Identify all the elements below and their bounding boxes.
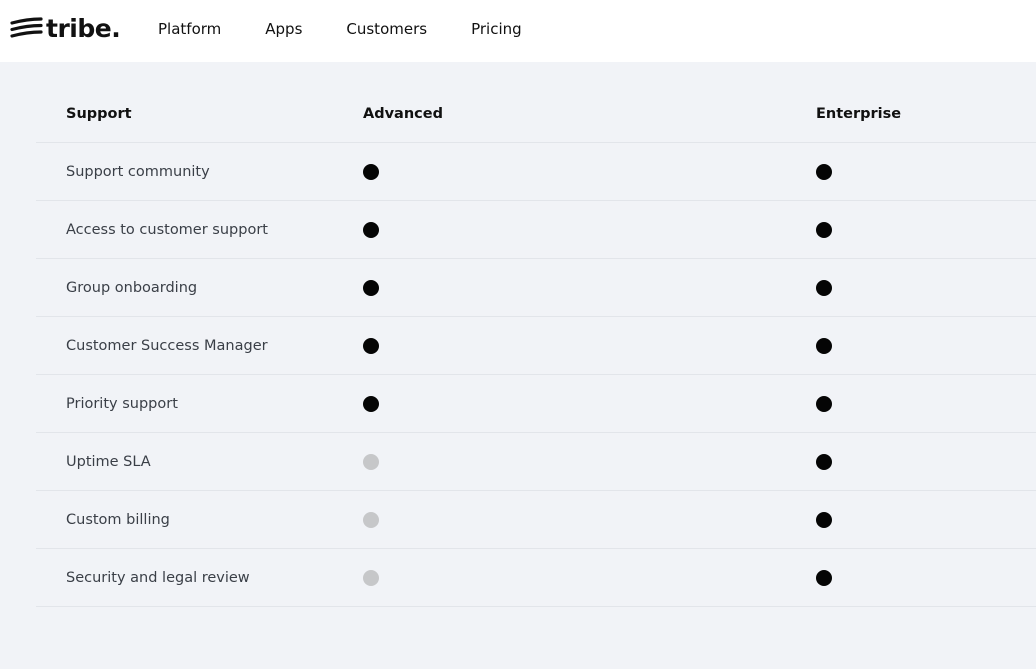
included-dot-icon: [816, 163, 832, 180]
main-nav: Platform Apps Customers Pricing: [158, 0, 566, 58]
feature-label: Custom billing: [66, 511, 170, 528]
column-header-advanced: Advanced: [363, 105, 443, 122]
top-navigation-bar: tribe. Platform Apps Customers Pricing: [0, 0, 1036, 62]
feature-label: Group onboarding: [66, 279, 198, 296]
included-dot-icon: [363, 279, 379, 296]
table-row: Priority support: [36, 375, 1036, 433]
feature-label: Security and legal review: [66, 569, 250, 586]
included-dot-icon: [816, 279, 832, 296]
included-dot-icon: [816, 511, 832, 528]
table-row: Security and legal review: [36, 549, 1036, 607]
column-header-feature: Support: [66, 105, 132, 122]
table-row: Support community: [36, 143, 1036, 201]
not-included-dot-icon: [363, 569, 379, 586]
feature-label: Customer Success Manager: [66, 337, 268, 354]
included-dot-icon: [816, 453, 832, 470]
table-row: Uptime SLA: [36, 433, 1036, 491]
included-dot-icon: [816, 395, 832, 412]
included-dot-icon: [363, 395, 379, 412]
included-dot-icon: [816, 569, 832, 586]
support-comparison-table: Support Advanced Enterprise Support comm…: [36, 85, 1036, 607]
nav-item-apps[interactable]: Apps: [265, 20, 302, 38]
included-dot-icon: [363, 337, 379, 354]
brand-name: tribe.: [46, 14, 121, 43]
included-dot-icon: [363, 163, 379, 180]
stacked-lines-icon: [10, 14, 44, 44]
included-dot-icon: [816, 221, 832, 238]
feature-label: Access to customer support: [66, 221, 268, 238]
brand-logo[interactable]: tribe.: [10, 14, 121, 44]
included-dot-icon: [363, 221, 379, 238]
column-header-enterprise: Enterprise: [816, 105, 902, 122]
not-included-dot-icon: [363, 511, 379, 528]
nav-item-customers[interactable]: Customers: [346, 20, 427, 38]
table-row: Customer Success Manager: [36, 317, 1036, 375]
table-header-row: Support Advanced Enterprise: [36, 85, 1036, 143]
included-dot-icon: [816, 337, 832, 354]
table-row: Custom billing: [36, 491, 1036, 549]
table-row: Access to customer support: [36, 201, 1036, 259]
table-row: Group onboarding: [36, 259, 1036, 317]
feature-label: Priority support: [66, 395, 178, 412]
feature-label: Uptime SLA: [66, 453, 151, 470]
feature-label: Support community: [66, 163, 210, 180]
nav-item-pricing[interactable]: Pricing: [471, 20, 522, 38]
nav-item-platform[interactable]: Platform: [158, 20, 221, 38]
not-included-dot-icon: [363, 453, 379, 470]
table-body: Support community Access to customer supp…: [36, 143, 1036, 607]
